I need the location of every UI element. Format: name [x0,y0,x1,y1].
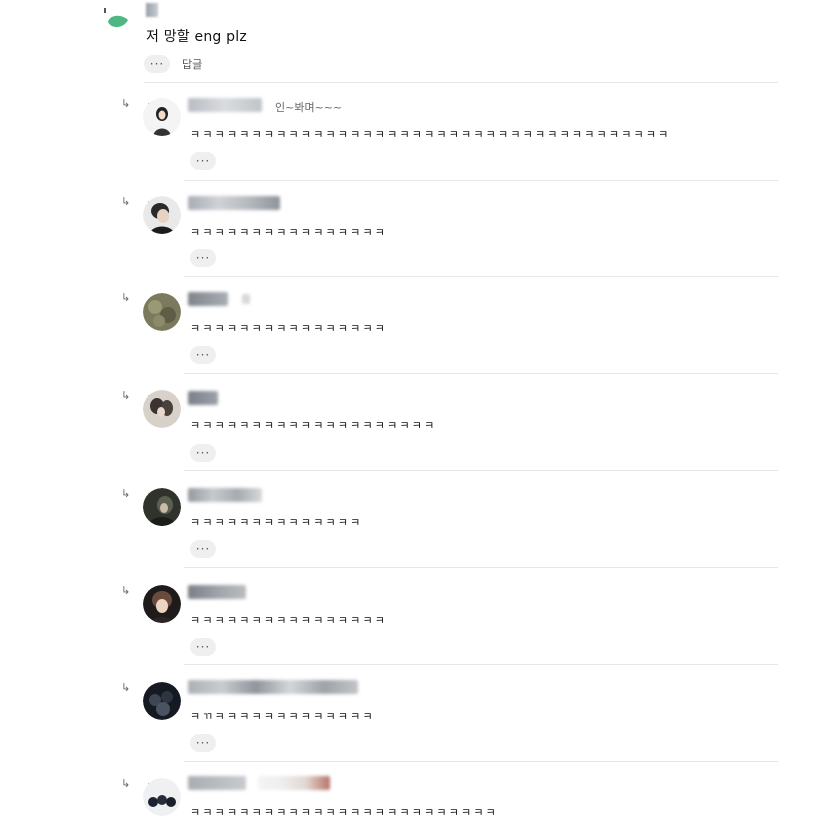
avatar[interactable] [143,98,181,136]
divider [184,180,778,181]
reply-item: ↳ ㅋㄲㅋㅋㅋㅋㅋㅋㅋㅋㅋㅋㅋㅋㅋ ··· [0,666,828,763]
reply-arrow-icon: ↳ [121,291,131,304]
username-blurred [188,292,228,306]
divider [184,470,778,471]
leaf-avatar-icon [104,8,128,28]
divider [184,567,778,568]
reply-item: ↳ ㅋㅋㅋㅋㅋㅋㅋㅋㅋㅋㅋㅋㅋㅋ ··· [0,472,828,569]
reply-arrow-icon: ↳ [121,389,131,402]
top-username-blurred [146,3,158,17]
divider [184,373,778,374]
reply-arrow-icon: ↳ [121,584,131,597]
divider [184,664,778,665]
username-blurred [258,776,330,790]
username-blurred [242,294,250,304]
reply-item: ↳ ㅋㅋㅋㅋㅋㅋㅋㅋㅋㅋㅋㅋㅋㅋㅋㅋㅋㅋㅋㅋ ··· [0,375,828,472]
username-blurred [188,391,218,405]
more-options-button[interactable]: ··· [144,55,170,73]
username-blurred [188,196,280,210]
avatar[interactable] [143,293,181,331]
more-options-button[interactable]: ··· [190,540,216,558]
reply-text: ㅋㅋㅋㅋㅋㅋㅋㅋㅋㅋㅋㅋㅋㅋㅋㅋ [190,226,388,239]
divider [184,276,778,277]
reply-arrow-icon: ↳ [121,97,131,110]
username-blurred [188,585,246,599]
more-options-button[interactable]: ··· [190,152,216,170]
username-blurred [188,680,358,694]
reply-text: ㅋㅋㅋㅋㅋㅋㅋㅋㅋㅋㅋㅋㅋㅋㅋㅋ [190,322,388,335]
nickname-text: 인~봐며~~~ [275,101,343,114]
reply-item: ↳ ㅋㅋㅋㅋㅋㅋㅋㅋㅋㅋㅋㅋㅋㅋㅋㅋ ··· [0,278,828,375]
avatar[interactable] [143,488,181,526]
reply-arrow-icon: ↳ [121,777,131,790]
reply-item: ↳ 인~봐며~~~ ㅋㅋㅋㅋㅋㅋㅋㅋㅋㅋㅋㅋㅋㅋㅋㅋㅋㅋㅋㅋㅋㅋㅋㅋㅋㅋㅋㅋㅋㅋ… [0,84,828,181]
avatar[interactable] [143,585,181,623]
reply-item: ↳ ㅋㅋㅋㅋㅋㅋㅋㅋㅋㅋㅋㅋㅋㅋㅋㅋ ··· [0,569,828,666]
avatar[interactable] [143,778,181,816]
reply-text: ㅋㅋㅋㅋㅋㅋㅋㅋㅋㅋㅋㅋㅋㅋㅋㅋㅋㅋㅋㅋㅋㅋㅋㅋㅋ [190,806,498,819]
reply-arrow-icon: ↳ [121,681,131,694]
avatar[interactable] [143,682,181,720]
avatar[interactable] [143,196,181,234]
reply-item: ↳ ㅋㅋㅋㅋㅋㅋㅋㅋㅋㅋㅋㅋㅋㅋㅋㅋ ··· [0,182,828,279]
avatar[interactable] [143,390,181,428]
username-blurred [188,776,246,790]
reply-text: ㅋㅋㅋㅋㅋㅋㅋㅋㅋㅋㅋㅋㅋㅋㅋㅋㅋㅋㅋㅋㅋㅋㅋㅋㅋㅋㅋㅋㅋㅋㅋㅋㅋㅋㅋㅋㅋㅋㅋ [190,128,671,141]
reply-text: ㅋㅋㅋㅋㅋㅋㅋㅋㅋㅋㅋㅋㅋㅋㅋㅋㅋㅋㅋㅋ [190,419,437,432]
reply-item: ↳ ㅋㅋㅋㅋㅋㅋㅋㅋㅋㅋㅋㅋㅋㅋㅋㅋㅋㅋㅋㅋㅋㅋㅋㅋㅋ [0,763,828,833]
divider [144,82,778,83]
reply-arrow-icon: ↳ [121,487,131,500]
reply-button[interactable]: 답글 [182,56,202,72]
divider [184,761,778,762]
reply-arrow-icon: ↳ [121,195,131,208]
username-blurred [188,488,262,502]
username-blurred [188,98,262,112]
more-options-button[interactable]: ··· [190,346,216,364]
reply-text: ㅋㅋㅋㅋㅋㅋㅋㅋㅋㅋㅋㅋㅋㅋㅋㅋ [190,614,388,627]
top-comment: 저 망할 eng plz ··· 답글 [0,0,828,82]
more-options-button[interactable]: ··· [190,734,216,752]
reply-text: ㅋㄲㅋㅋㅋㅋㅋㅋㅋㅋㅋㅋㅋㅋㅋ [190,710,375,723]
top-comment-text: 저 망할 eng plz [146,29,247,45]
more-options-button[interactable]: ··· [190,638,216,656]
more-options-button[interactable]: ··· [190,444,216,462]
more-options-button[interactable]: ··· [190,249,216,267]
reply-text: ㅋㅋㅋㅋㅋㅋㅋㅋㅋㅋㅋㅋㅋㅋ [190,516,363,529]
